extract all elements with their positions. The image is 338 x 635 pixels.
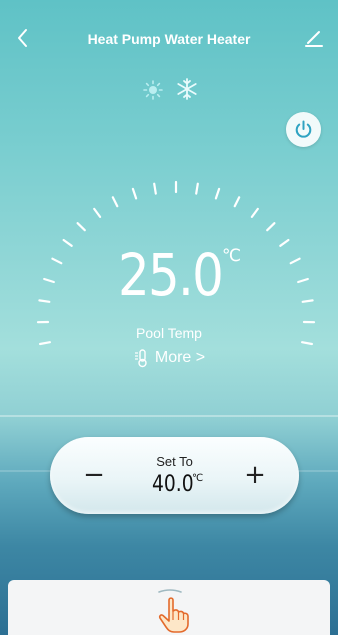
gauge-tick bbox=[301, 341, 313, 346]
gauge-tick bbox=[38, 299, 51, 303]
gauge-tick bbox=[111, 196, 119, 208]
back-button[interactable] bbox=[14, 22, 40, 52]
power-icon bbox=[295, 120, 312, 138]
gauge-tick bbox=[93, 207, 102, 219]
tap-hand-icon bbox=[158, 597, 189, 633]
gauge-tick bbox=[297, 277, 309, 284]
drawer-handle-icon[interactable] bbox=[156, 588, 184, 594]
setpoint-panel: − Set To 40.0 ℃ + bbox=[50, 437, 299, 514]
mode-selector bbox=[0, 78, 338, 104]
pool-temp-label: Pool Temp bbox=[136, 325, 202, 341]
gauge-tick bbox=[266, 222, 276, 232]
current-temperature: 25.0 ℃ bbox=[110, 240, 250, 310]
pencil-icon bbox=[305, 31, 323, 47]
gauge-tick bbox=[250, 207, 259, 219]
chevron-left-icon bbox=[18, 29, 27, 47]
gauge-tick bbox=[233, 196, 241, 208]
temperature-unit: ℃ bbox=[222, 246, 242, 266]
temperature-value: 25.0 bbox=[118, 241, 224, 309]
gauge-tick bbox=[153, 182, 157, 195]
setpoint-number: 40.0 bbox=[152, 472, 194, 497]
gauge-tick bbox=[62, 238, 73, 247]
gauge-tick bbox=[131, 187, 138, 200]
page-title: Heat Pump Water Heater bbox=[87, 31, 251, 47]
gauge-tick bbox=[214, 187, 221, 200]
power-button[interactable] bbox=[286, 112, 321, 147]
cool-mode-button[interactable] bbox=[176, 78, 198, 100]
setpoint-unit: ℃ bbox=[192, 473, 204, 484]
snowflake-icon bbox=[177, 78, 197, 100]
status-bar bbox=[0, 0, 338, 22]
gauge-tick bbox=[76, 222, 86, 232]
edit-button[interactable] bbox=[304, 26, 326, 50]
gauge-tick bbox=[195, 182, 199, 195]
gauge-tick bbox=[38, 341, 52, 346]
more-link[interactable]: More > bbox=[0, 348, 338, 372]
app-screen: Heat Pump Water Heater 25.0 ℃ Pool Temp … bbox=[0, 0, 338, 635]
thermometer-icon bbox=[134, 349, 147, 368]
gauge-tick bbox=[43, 277, 55, 284]
gauge-tick bbox=[279, 238, 290, 247]
gauge-tick bbox=[289, 257, 301, 265]
horizon-line bbox=[0, 415, 338, 417]
heat-mode-button[interactable] bbox=[143, 80, 163, 100]
setpoint-value: 40.0 ℃ bbox=[146, 471, 216, 499]
more-label: More > bbox=[154, 349, 206, 366]
gauge-tick bbox=[51, 257, 63, 265]
top-bar: Heat Pump Water Heater bbox=[0, 24, 338, 54]
sun-icon bbox=[143, 80, 163, 100]
gauge-tick bbox=[301, 299, 314, 303]
increase-button[interactable]: + bbox=[237, 457, 273, 493]
